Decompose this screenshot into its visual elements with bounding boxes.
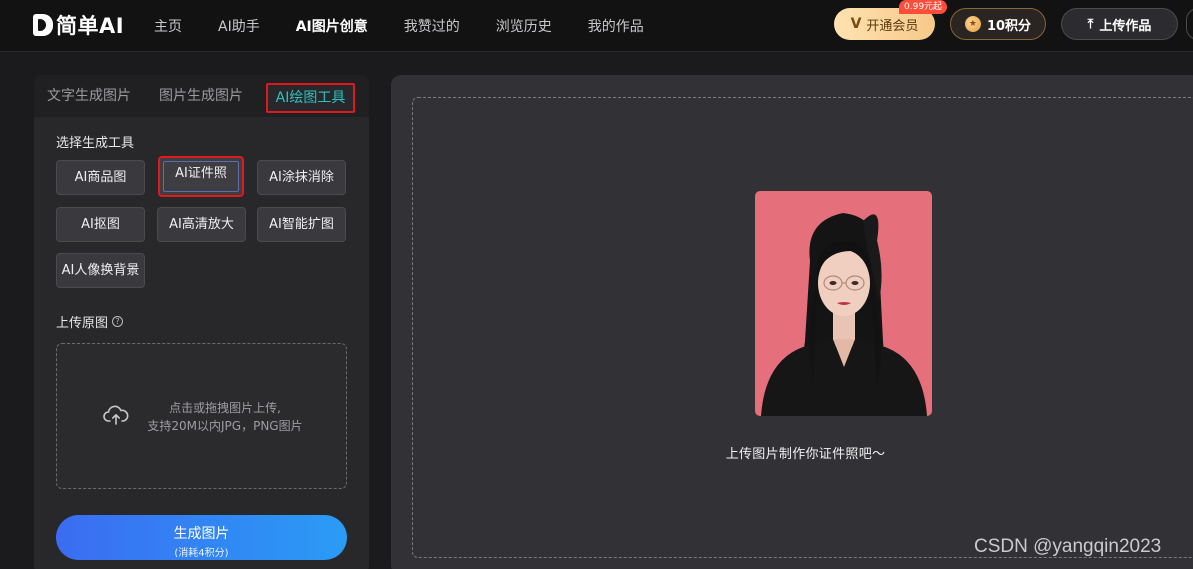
tab-image-to-image[interactable]: 图片生成图片 xyxy=(159,75,243,117)
logo[interactable]: 简单AI xyxy=(33,12,124,38)
upload-section-label: 上传原图 xyxy=(56,316,109,331)
upload-arrow-icon: ⤒ xyxy=(1087,16,1094,32)
tool-section-title: 选择生成工具 xyxy=(56,136,135,151)
nav-item-home[interactable]: 主页 xyxy=(154,16,182,36)
help-icon[interactable]: ? xyxy=(112,316,124,327)
vip-price-badge: 0.99元起 xyxy=(899,0,948,14)
mode-tabs: 文字生成图片 图片生成图片 AI绘图工具 xyxy=(34,75,369,117)
coin-icon: ★ xyxy=(964,16,981,32)
tool-upscale-button[interactable]: AI高清放大 xyxy=(157,207,246,242)
dropzone-text: 点击或拖拽图片上传, 支持20M以内JPG，PNG图片 xyxy=(135,399,315,435)
nav-item-history[interactable]: 浏览历史 xyxy=(496,16,552,36)
tab-ai-drawing-tools[interactable]: AI绘图工具 xyxy=(266,83,355,113)
logo-text: 简单AI xyxy=(56,14,125,38)
upload-work-button[interactable]: ⤒ 上传作品 xyxy=(1061,8,1178,40)
nav-item-ai-image-creative[interactable]: AI图片创意 xyxy=(296,16,368,36)
logo-mark-icon xyxy=(33,14,53,36)
portrait-illustration xyxy=(761,213,927,416)
tab-text-to-image[interactable]: 文字生成图片 xyxy=(47,75,131,117)
upload-section-title: 上传原图 ? xyxy=(56,312,124,331)
tool-cutout-button[interactable]: AI抠图 xyxy=(56,207,145,242)
upload-work-label: 上传作品 xyxy=(1099,18,1152,34)
tool-id-photo-button[interactable]: AI证件照 xyxy=(158,156,244,197)
preview-hint: 上传图片制作你证件照吧～ xyxy=(725,447,886,462)
generate-button[interactable]: 生成图片 (消耗4积分) xyxy=(56,515,347,560)
avatar-button[interactable] xyxy=(1186,8,1193,40)
generate-cost: (消耗4积分) xyxy=(174,548,229,559)
generate-label: 生成图片 xyxy=(173,526,230,542)
points-label: 10积分 xyxy=(986,18,1032,34)
preview-area: 上传图片制作你证件照吧～ xyxy=(412,97,1193,558)
nav-item-ai-assistant[interactable]: AI助手 xyxy=(218,16,260,36)
vip-crown-icon: V xyxy=(850,16,862,32)
watermark: CSDN @yangqin2023 xyxy=(974,536,1162,557)
dropzone-line-1: 点击或拖拽图片上传, xyxy=(169,401,281,415)
main-nav: 主页 AI助手 AI图片创意 我赞过的 浏览历史 我的作品 xyxy=(154,0,680,52)
tool-panel: 文字生成图片 图片生成图片 AI绘图工具 选择生成工具 AI商品图 AI证件照 … xyxy=(34,75,369,569)
tool-product-image-button[interactable]: AI商品图 xyxy=(56,160,145,195)
preview-panel: 上传图片制作你证件照吧～ xyxy=(391,75,1193,569)
vip-button-label: 开通会员 xyxy=(866,18,919,34)
points-button[interactable]: ★ 10积分 xyxy=(950,8,1046,40)
top-bar: 简单AI 主页 AI助手 AI图片创意 我赞过的 浏览历史 我的作品 V 开通会… xyxy=(0,0,1193,52)
nav-item-my-works[interactable]: 我的作品 xyxy=(588,16,644,36)
tool-outpaint-button[interactable]: AI智能扩图 xyxy=(257,207,346,242)
upload-dropzone[interactable]: 点击或拖拽图片上传, 支持20M以内JPG，PNG图片 xyxy=(56,343,347,489)
sample-id-photo xyxy=(755,191,932,416)
tool-portrait-background-button[interactable]: AI人像换背景 xyxy=(56,253,145,288)
nav-item-liked[interactable]: 我赞过的 xyxy=(404,16,460,36)
tool-erase-button[interactable]: AI涂抹消除 xyxy=(257,160,346,195)
dropzone-line-2: 支持20M以内JPG，PNG图片 xyxy=(147,419,303,433)
cloud-upload-icon xyxy=(103,405,129,425)
